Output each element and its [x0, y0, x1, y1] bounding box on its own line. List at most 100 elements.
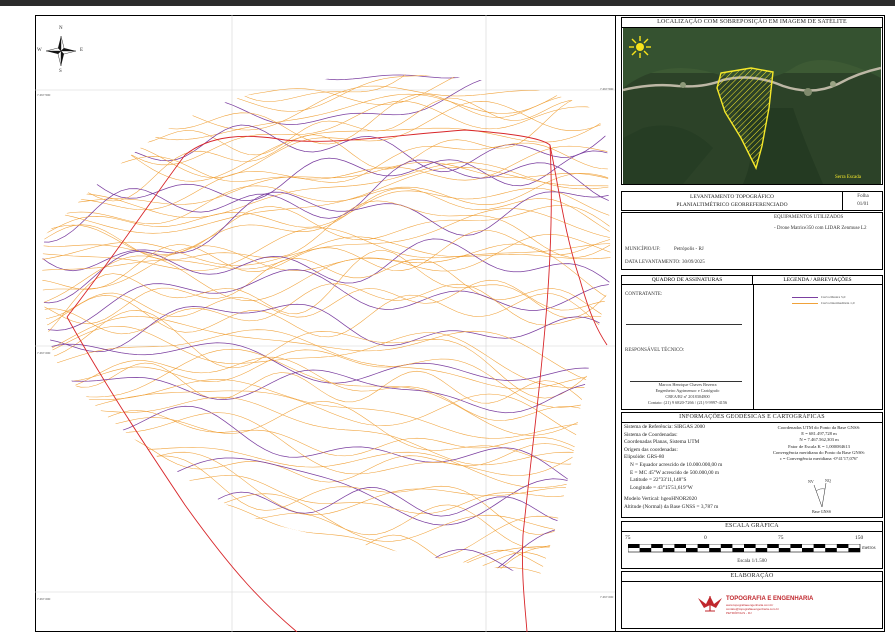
municipio-label: MUNICÍPIO/UF:: [625, 247, 661, 252]
block-divider: [753, 285, 754, 409]
scale-cell: [686, 548, 698, 552]
scale-cell: [709, 548, 721, 552]
compass-rose-icon: [45, 35, 77, 67]
contour-intermediate: [42, 74, 612, 112]
contour-intermediate: [42, 561, 612, 575]
geodetic-left-column: Sistema de Referência: SIRGAS 2000 Sistem…: [624, 424, 754, 512]
contour-intermediate: [42, 258, 612, 325]
contratante-signature-line: [626, 324, 742, 325]
scale-cell: [651, 544, 663, 548]
contour-intermediate: [42, 356, 612, 424]
satellite-image[interactable]: Serra Escada: [623, 28, 881, 184]
contour-master: [42, 150, 612, 201]
north-arrow: N S E W: [37, 26, 83, 74]
satellite-place-label: Serra Escada: [835, 175, 861, 180]
elaboracao-title: ELABORAÇÃO: [622, 572, 882, 582]
title-divider: [842, 192, 843, 210]
window-top-bar: [0, 0, 895, 6]
contour-intermediate: [42, 357, 612, 423]
contour-intermediate: [42, 527, 612, 575]
company-line-3: PETRÓPOLIS - RJ: [726, 611, 752, 615]
nq-label: NQ: [825, 478, 831, 483]
grid-label-n5: 7.467.000: [600, 595, 614, 599]
contour-intermediate: [42, 230, 612, 290]
boundary-line: [66, 316, 298, 632]
property-boundary: [66, 129, 608, 632]
data-label: DATA LEVANTAMENTO:: [625, 260, 681, 265]
contour-master: [42, 238, 612, 304]
rt-contact: Contato: (21) 9 6820-7266 / (21) 9 9997-…: [647, 400, 728, 405]
legend-swatch-intermediate: [792, 303, 818, 304]
scale-tick-0: 75: [625, 535, 631, 541]
compass-east: E: [80, 48, 84, 53]
contour-lines: [42, 74, 612, 575]
contour-master: [42, 74, 612, 86]
signatures-legend-block: QUADRO DE ASSINATURAS LEGENDA / ABREVIAÇ…: [621, 275, 883, 410]
scale-cell: [836, 544, 849, 548]
grid-label-n1: 7.467.500: [37, 93, 51, 97]
contour-master: [42, 369, 612, 414]
scale-cell: [755, 548, 768, 552]
geo-left-line-2: Coordenadas Planas, Sistema UTM: [624, 439, 700, 446]
contour-intermediate: [42, 410, 612, 464]
coordinate-grid: [35, 15, 615, 632]
contour-master: [42, 269, 612, 331]
scale-cell: [732, 548, 744, 552]
signatures-title: QUADRO DE ASSINATURAS: [622, 276, 753, 285]
sheet-label: Folha: [857, 194, 869, 199]
satellite-panel: LOCALIZAÇÃO COM SOBREPOSIÇÃO EM IMAGEM D…: [621, 17, 883, 185]
base-gnss-label: Base GNSS: [812, 509, 832, 514]
project-info: MUNICÍPIO/UF: Petrópolis - RJ DATA LEVAN…: [621, 212, 883, 270]
compass-west: W: [37, 48, 42, 53]
contour-intermediate: [42, 74, 612, 141]
scale-tick-2: 75: [778, 535, 784, 541]
grid-label-n2: 7.467.000: [37, 351, 51, 355]
rt-crea: CREA/RJ nº 2018304800: [665, 394, 710, 399]
title-line-1: LEVANTAMENTO TOPOGRÁFICO: [690, 194, 774, 200]
scale-cell: [848, 548, 860, 552]
contour-intermediate: [42, 85, 612, 131]
data-value: 30/09/2025: [682, 260, 705, 265]
company-logo-icon: [698, 596, 722, 612]
geo-right-line-5: c = Convergência meridiana -0°41'17,076": [779, 456, 859, 462]
geo-left-line-5: N = Equador acrescido de 10.000.000,00 m: [630, 461, 723, 468]
geo-left-line-7: Latitude = 22°33'11,148"S: [630, 477, 687, 484]
scale-cell: [790, 544, 802, 548]
scale-cell: [662, 548, 675, 552]
scale-block: ESCALA GRÁFICA 75 0 75 150 metros Escala…: [621, 521, 883, 569]
contour-intermediate: [42, 96, 612, 202]
company-name: TOPOGRAFIA E ENGENHARIA: [726, 596, 814, 602]
contour-intermediate: [42, 187, 612, 244]
contour-intermediate: [42, 533, 612, 575]
satellite-panel-title: LOCALIZAÇÃO COM SOBREPOSIÇÃO EM IMAGEM D…: [622, 18, 882, 28]
scale-text: Escala 1/1.500: [737, 559, 767, 564]
scale-cell: [697, 544, 710, 548]
contour-intermediate: [42, 453, 612, 535]
elaboracao-block: ELABORAÇÃO TOPOGRAFIA E ENGENHARIA www.t…: [621, 571, 883, 629]
map-area[interactable]: N S E W 7.467.500 7.467.000 7.467.000 7.…: [35, 15, 616, 632]
scale-cell: [639, 548, 652, 552]
sun-icon: [629, 36, 651, 58]
scale-cell: [767, 544, 779, 548]
scale-cell: [674, 544, 686, 548]
scale-cell: [813, 544, 826, 548]
contour-intermediate: [42, 390, 612, 445]
scale-tick-3: 150: [855, 535, 864, 541]
geo-left-line-10: Altitude (Normal) da Base GNSS = 3,787 m: [624, 503, 719, 510]
legend-label-master: Curva Mestra 5,0: [821, 295, 846, 299]
geodetic-info: INFORMAÇÕES GEODÉSICAS E CARTOGRÁFICAS S…: [621, 412, 883, 518]
contour-intermediate: [42, 560, 612, 575]
contour-intermediate: [42, 142, 612, 183]
contour-master: [42, 115, 612, 178]
geodetic-right-column: Coordenadas UTM do Ponto da Base GNSS: E …: [757, 425, 881, 462]
responsavel-label: RESPONSÁVEL TÉCNICO:: [625, 348, 685, 353]
scale-title: ESCALA GRÁFICA: [622, 522, 882, 532]
compass-north: N: [59, 26, 63, 31]
contour-intermediate: [42, 97, 612, 156]
rt-name: Marcos Henrique Chaves Bezerra: [658, 382, 717, 387]
contour-intermediate: [42, 396, 612, 466]
contour-intermediate: [42, 173, 612, 225]
nv-label: NV: [808, 479, 814, 484]
compass-south: S: [59, 69, 62, 74]
geo-left-line-8: Longitude = 43°15'51,619"W: [630, 484, 693, 491]
